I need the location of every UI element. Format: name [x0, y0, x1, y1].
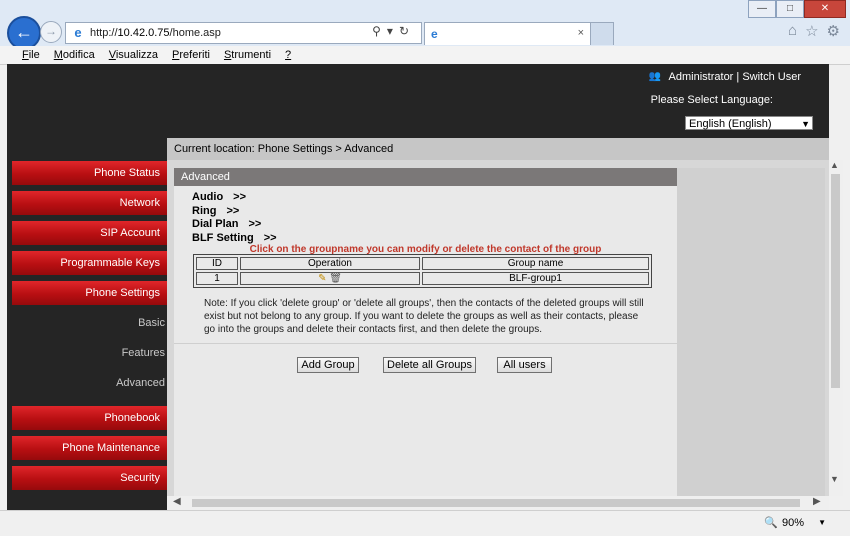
breadcrumb: Current location: Phone Settings > Advan… [167, 138, 829, 160]
magnifier-icon: 🔍 [764, 517, 779, 529]
all-users-button[interactable]: All users [497, 357, 552, 373]
new-tab-button[interactable] [590, 22, 614, 45]
sidebar-item-security[interactable]: Security [12, 466, 169, 490]
table-header-row: ID Operation Group name [196, 257, 649, 270]
sidebar-item-programmable-keys[interactable]: Programmable Keys [12, 251, 169, 275]
sidebar-subitem-advanced[interactable]: Advanced [12, 373, 174, 393]
internet-explorer-icon: e [431, 27, 438, 41]
forward-arrow-icon[interactable]: → [40, 21, 62, 43]
link-blf-setting[interactable]: BLF Setting >> [192, 232, 277, 244]
scroll-up-icon[interactable]: ▲ [830, 160, 839, 170]
main-content: Advanced Audio >> Ring >> Dial Plan >> BLF … [167, 160, 829, 496]
panel-title: Advanced [174, 168, 677, 186]
cell-group-name[interactable]: BLF-group1 [422, 272, 649, 285]
chevron-down-icon: ▼ [801, 119, 810, 129]
internet-explorer-icon: e [74, 25, 82, 40]
sidebar: Phone Status Network SIP Account Program… [7, 138, 169, 510]
right-panel [677, 168, 825, 496]
link-audio[interactable]: Audio >> [192, 191, 246, 203]
browser-chrome: — □ ✕ ← → e http://10.42.0.75/home.asp ⚲… [0, 0, 850, 50]
sidebar-item-sip-account[interactable]: SIP Account [12, 221, 169, 245]
menu-help[interactable]: ? [285, 49, 291, 61]
close-tab-icon[interactable]: × [578, 27, 584, 39]
zoom-control[interactable]: 🔍 90% ▼ [764, 516, 826, 530]
address-tools[interactable]: ⚲▾↻ [372, 24, 415, 38]
scroll-thumb[interactable] [831, 174, 840, 388]
sidebar-subitem-basic[interactable]: Basic [12, 313, 174, 333]
delete-note: Note: If you click 'delete group' or 'de… [204, 298, 644, 335]
language-select-value: English (English) [689, 118, 772, 130]
scroll-left-icon[interactable]: ◀ [173, 496, 181, 507]
column-header-id: ID [196, 257, 238, 270]
link-dial-plan[interactable]: Dial Plan >> [192, 218, 261, 230]
user-area: 👥 Administrator | Switch User [649, 71, 801, 83]
menu-strumenti[interactable]: Strumenti [224, 49, 271, 61]
advanced-panel: Advanced Audio >> Ring >> Dial Plan >> BLF … [174, 168, 677, 496]
scroll-right-icon[interactable]: ▶ [813, 496, 821, 507]
add-group-button[interactable]: Add Group [297, 357, 359, 373]
vertical-scrollbar[interactable]: ▲ ▼ [829, 160, 843, 496]
star-icon[interactable]: ☆ [805, 22, 818, 40]
sidebar-item-phone-status[interactable]: Phone Status [12, 161, 169, 185]
sidebar-item-phonebook[interactable]: Phonebook [12, 406, 169, 430]
menu-file[interactable]: File [22, 49, 40, 61]
menu-bar: File Modifica Visualizza Preferiti Strum… [0, 46, 850, 65]
language-label: Please Select Language: [650, 94, 773, 106]
address-bar[interactable]: e http://10.42.0.75/home.asp ⚲▾↻ [65, 22, 422, 44]
horizontal-scrollbar[interactable]: ◀ ▶ [167, 496, 829, 510]
page-header: 👥 Administrator | Switch User Please Sel… [7, 64, 829, 138]
status-bar: 🔍 90% ▼ [0, 510, 850, 536]
browser-tab[interactable]: e × [424, 22, 591, 45]
sidebar-item-phone-settings[interactable]: Phone Settings [12, 281, 169, 305]
window-controls: — □ ✕ [748, 0, 846, 18]
maximize-button[interactable]: □ [776, 0, 804, 18]
sidebar-subitem-features[interactable]: Features [12, 343, 174, 363]
users-icon: 👥 [648, 71, 661, 82]
gear-icon[interactable]: ⚙ [827, 22, 840, 40]
address-url: http://10.42.0.75/home.asp [90, 27, 221, 39]
user-switch-link[interactable]: Administrator | Switch User [669, 71, 801, 83]
pencil-icon[interactable]: ✎ [318, 273, 326, 284]
zoom-level: 90% [782, 516, 805, 529]
horizontal-scroll-thumb[interactable] [192, 499, 800, 507]
divider [174, 343, 677, 344]
link-ring[interactable]: Ring >> [192, 205, 239, 217]
minimize-button[interactable]: — [748, 0, 776, 18]
cell-id: 1 [196, 272, 238, 285]
menu-preferiti[interactable]: Preferiti [172, 49, 210, 61]
column-header-group-name: Group name [422, 257, 649, 270]
language-select[interactable]: English (English) ▼ [685, 116, 813, 130]
back-arrow-icon[interactable]: ← [7, 16, 41, 50]
column-header-operation: Operation [240, 257, 420, 270]
menu-modifica[interactable]: Modifica [54, 49, 95, 61]
menu-visualizza[interactable]: Visualizza [109, 49, 158, 61]
group-table: ID Operation Group name 1 ✎ 🗑 BLF-group1 [193, 254, 652, 288]
delete-all-groups-button[interactable]: Delete all Groups [383, 357, 476, 373]
sidebar-item-network[interactable]: Network [12, 191, 169, 215]
trash-icon[interactable]: 🗑 [329, 273, 342, 284]
home-icon[interactable]: ⌂ [788, 22, 797, 40]
toolbar-icons: ⌂ ☆ ⚙ [788, 22, 840, 40]
chevron-down-icon[interactable]: ▼ [818, 518, 826, 527]
sidebar-item-phone-maintenance[interactable]: Phone Maintenance [12, 436, 169, 460]
cell-operation: ✎ 🗑 [240, 272, 420, 285]
close-window-button[interactable]: ✕ [804, 0, 846, 18]
scroll-down-icon[interactable]: ▼ [830, 474, 839, 484]
table-row: 1 ✎ 🗑 BLF-group1 [196, 272, 649, 285]
